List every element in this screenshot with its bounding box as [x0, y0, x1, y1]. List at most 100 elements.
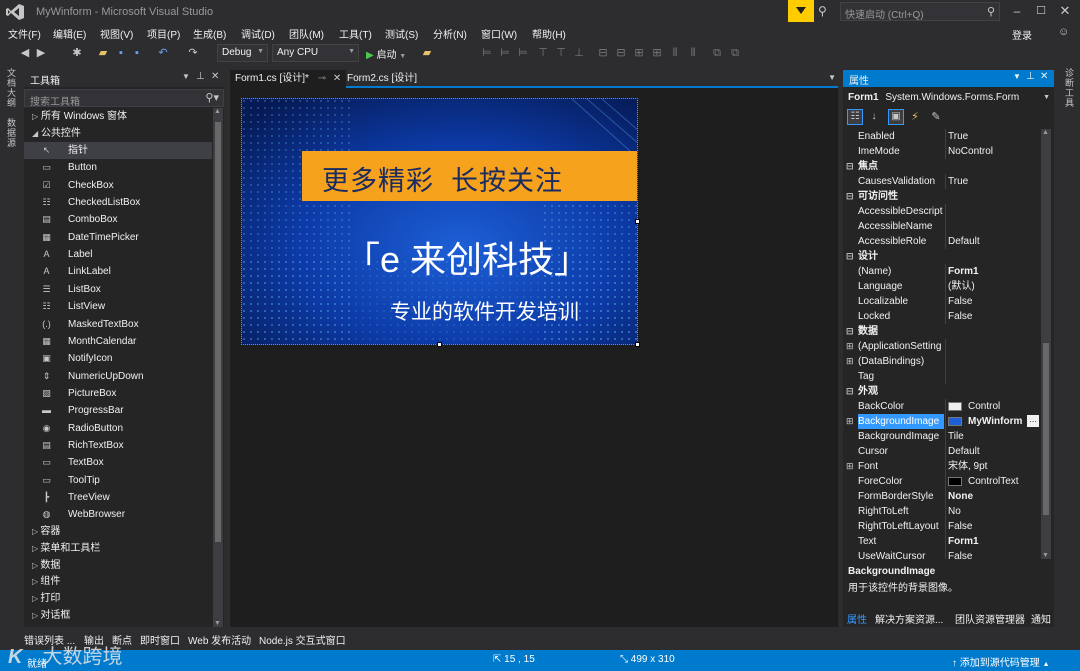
property-row[interactable]: ⊞ (ApplicationSetting	[843, 339, 1039, 354]
hspace-icon[interactable]: ⫴	[668, 46, 682, 60]
form1-designer-surface[interactable]: 更多精彩 长按关注 「e 来创科技」 专业的软件开发培训	[241, 98, 638, 345]
property-row[interactable]: RightToLeftLayout False	[843, 519, 1039, 534]
solution-platform-select[interactable]: Any CPU ▼	[272, 44, 359, 62]
property-row[interactable]: CausesValidation True	[843, 174, 1039, 189]
toolbox-item[interactable]: ▤ ComboBox	[24, 211, 212, 228]
toolbox-item[interactable]: A LinkLabel	[24, 263, 212, 280]
bottom-tool-tab[interactable]: Node.js 交互式窗口	[259, 632, 346, 647]
toolbox-group[interactable]: ▷ 菜单和工具栏	[32, 540, 100, 557]
properties-icon[interactable]: ▣	[888, 109, 904, 125]
property-category[interactable]: ⊟ 设计	[843, 249, 1039, 264]
toolbox-close-icon[interactable]: ✕	[211, 71, 219, 82]
pin-icon[interactable]: ⊥	[196, 71, 205, 82]
quick-launch-input[interactable]: 快速启动 (Ctrl+Q) ⚲	[840, 2, 1000, 21]
scroll-up-icon[interactable]: ▲	[214, 108, 221, 115]
toolbox-item[interactable]: ☑ CheckBox	[24, 177, 212, 194]
bottom-tool-tab[interactable]: 即时窗口	[140, 632, 180, 647]
vspace-icon[interactable]: ⫴	[686, 46, 700, 60]
tab-close-icon[interactable]: ✕	[333, 73, 341, 84]
collapse-icon[interactable]: ⊟	[846, 159, 854, 174]
account-icon[interactable]: ☺	[1058, 26, 1072, 40]
collapse-icon[interactable]: ⊟	[846, 324, 854, 339]
property-row[interactable]: Text Form1	[843, 534, 1039, 549]
toolbox-search-input[interactable]: 搜索工具箱 ⚲▾	[24, 89, 224, 108]
toolbox-item[interactable]: (.) MaskedTextBox	[24, 316, 212, 333]
align-center-icon[interactable]: ⊨	[498, 46, 512, 60]
property-row[interactable]: ⊞ Font 宋体, 9pt	[843, 459, 1039, 474]
properties-close-icon[interactable]: ✕	[1040, 71, 1048, 82]
resize-handle-right[interactable]	[635, 219, 640, 224]
toolbox-item[interactable]: ▣ NotifyIcon	[24, 350, 212, 367]
align-right-icon[interactable]: ⊨	[516, 46, 530, 60]
resize-handle-bottom[interactable]	[437, 342, 442, 347]
menu-item[interactable]: 视图(V)	[100, 26, 133, 41]
property-row[interactable]: AccessibleRole Default	[843, 234, 1039, 249]
property-row[interactable]: ImeMode NoControl	[843, 144, 1039, 159]
align-left-icon[interactable]: ⊨	[480, 46, 494, 60]
property-category[interactable]: ⊟ 焦点	[843, 159, 1039, 174]
grid-icon[interactable]: ⊞	[650, 46, 664, 60]
tab-solution-explorer[interactable]: 解决方案资源...	[875, 611, 943, 626]
property-row[interactable]: Locked False	[843, 309, 1039, 324]
menu-item[interactable]: 文件(F)	[8, 26, 41, 41]
toolbox-group-common-controls[interactable]: ◢ 公共控件	[32, 125, 81, 142]
tab-properties[interactable]: 属性	[847, 611, 867, 626]
save-all-icon[interactable]: ▪	[130, 46, 144, 60]
property-row[interactable]: Tag	[843, 369, 1039, 384]
toolbox-item[interactable]: ▬ ProgressBar	[24, 402, 212, 419]
toolbox-group[interactable]: ▷ 对话框	[32, 607, 70, 624]
property-row[interactable]: BackgroundImage Tile	[843, 429, 1039, 444]
toolbox-item[interactable]: ▭ Button	[24, 159, 212, 176]
start-button[interactable]: ▶ 启动 ▼	[366, 46, 406, 61]
property-row[interactable]: AccessibleName	[843, 219, 1039, 234]
property-row[interactable]: AccessibleDescript	[843, 204, 1039, 219]
menu-item[interactable]: 团队(M)	[289, 26, 324, 41]
solution-configuration-select[interactable]: Debug ▼	[217, 44, 268, 62]
toolbox-item[interactable]: ▦ MonthCalendar	[24, 333, 212, 350]
same-width-icon[interactable]: ⊟	[596, 46, 610, 60]
ellipsis-button[interactable]: …	[1027, 415, 1039, 427]
categorized-icon[interactable]: ☷	[847, 109, 863, 125]
toolbox-item[interactable]: A Label	[24, 246, 212, 263]
object-selector[interactable]: Form1 System.Windows.Forms.Form ▼	[843, 89, 1054, 106]
property-row[interactable]: RightToLeft No	[843, 504, 1039, 519]
property-row[interactable]: ⊞ (DataBindings)	[843, 354, 1039, 369]
property-row[interactable]: Localizable False	[843, 294, 1039, 309]
collapse-icon[interactable]: ⊟	[846, 249, 854, 264]
property-row[interactable]: Language (默认)	[843, 279, 1039, 294]
toolbox-group[interactable]: ▷ 数据	[32, 557, 60, 574]
menu-item[interactable]: 调试(D)	[241, 26, 275, 41]
notification-flag-icon[interactable]	[788, 0, 814, 22]
toolbox-group-all-windows-forms[interactable]: ▷ 所有 Windows 窗体	[32, 108, 127, 125]
menu-item[interactable]: 帮助(H)	[532, 26, 566, 41]
expand-icon[interactable]: ⊞	[846, 414, 854, 429]
document-outline-tab[interactable]: 文档大纲	[4, 68, 18, 108]
redo-icon[interactable]: ↷	[186, 46, 200, 60]
doc-tab-form2[interactable]: Form2.cs [设计]	[342, 70, 422, 88]
menu-item[interactable]: 分析(N)	[433, 26, 467, 41]
property-pages-icon[interactable]: ✎	[928, 109, 944, 125]
doc-tab-form1[interactable]: Form1.cs [设计]* ⊸ ✕	[230, 70, 347, 88]
tab-team-explorer[interactable]: 团队资源管理器	[955, 611, 1025, 626]
toolbox-group[interactable]: ▷ 容器	[32, 523, 60, 540]
feedback-icon[interactable]: ⚲	[818, 4, 832, 18]
expand-icon[interactable]: ⊞	[846, 459, 854, 474]
toolbox-group[interactable]: ▷ 组件	[32, 573, 60, 590]
collapse-icon[interactable]: ⊟	[846, 189, 854, 204]
property-row[interactable]: ForeColor ControlText	[843, 474, 1039, 489]
same-height-icon[interactable]: ⊟	[614, 46, 628, 60]
login-link[interactable]: 登录	[1012, 27, 1032, 42]
browser-link-icon[interactable]: ▰	[420, 46, 434, 60]
property-category[interactable]: ⊟ 可访问性	[843, 189, 1039, 204]
tab-list-dropdown-icon[interactable]: ▼	[828, 73, 836, 82]
toolbox-item[interactable]: ▦ DateTimePicker	[24, 229, 212, 246]
property-category[interactable]: ⊟ 数据	[843, 324, 1039, 339]
menu-item[interactable]: 测试(S)	[385, 26, 418, 41]
scroll-thumb[interactable]	[215, 122, 221, 542]
events-icon[interactable]: ⚡	[907, 109, 923, 125]
expand-icon[interactable]: ⊞	[846, 354, 854, 369]
toolbox-item[interactable]: ▤ RichTextBox	[24, 437, 212, 454]
property-category[interactable]: ⊟ 外观	[843, 384, 1039, 399]
add-source-control-button[interactable]: ↑ 添加到源代码管理 ▲	[952, 654, 1050, 669]
diagnostic-tools-tab[interactable]: 诊断工具	[1062, 68, 1076, 108]
